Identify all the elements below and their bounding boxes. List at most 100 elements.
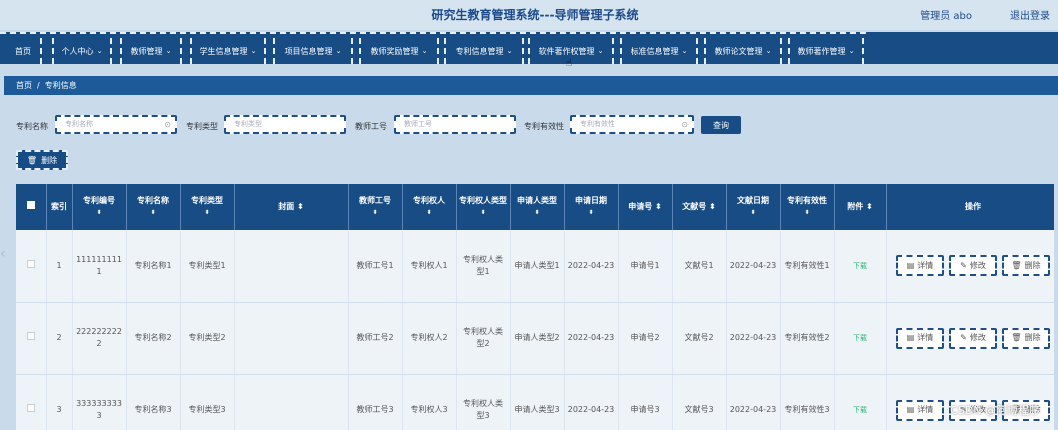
- nav-teacher-papers[interactable]: 教师论文管理 ⌄: [704, 38, 782, 64]
- cell-holder-type: 专利权人类型1: [456, 230, 511, 303]
- cell-validity: 专利有效性1: [780, 230, 835, 303]
- cell-holder-type: 专利权人类型3: [456, 374, 511, 430]
- col-header[interactable]: 文献日期 ⬍: [726, 184, 781, 230]
- nav-project-info[interactable]: 项目信息管理 ⌄: [273, 38, 353, 64]
- col-header[interactable]: 教师工号 ⬍: [348, 184, 403, 230]
- nav-teacher-management[interactable]: 教师管理 ⌄: [120, 38, 182, 64]
- edit-button[interactable]: ✎ 修改: [949, 255, 997, 277]
- bulk-delete-button[interactable]: 🗑 删除: [16, 150, 68, 170]
- patent-type-input[interactable]: 专利类型: [224, 115, 346, 134]
- sort-icon[interactable]: ⬍: [129, 207, 178, 219]
- cell-holder: 专利权人1: [402, 230, 457, 303]
- cell-teacher-no: 教师工号3: [348, 374, 403, 430]
- sort-icon[interactable]: ⬍: [513, 207, 562, 219]
- col-header[interactable]: 文献号 ⬍: [672, 184, 727, 230]
- col-header[interactable]: 附件 ⬍: [834, 184, 887, 230]
- cell-index: 1: [46, 230, 73, 303]
- clear-icon[interactable]: ⊙: [681, 117, 688, 132]
- delete-row-button[interactable]: 🗑 删除: [1002, 255, 1050, 277]
- validity-input[interactable]: 专利有效性 ⊙: [570, 115, 694, 134]
- breadcrumb-home[interactable]: 首页: [16, 80, 32, 91]
- sort-icon[interactable]: ⬍: [459, 207, 508, 219]
- nav-standard-info[interactable]: 标准信息管理 ⌄: [620, 38, 698, 64]
- pencil-icon: ✎: [960, 260, 967, 270]
- sort-icon[interactable]: ⬍: [655, 202, 662, 211]
- sort-icon[interactable]: ⬍: [729, 207, 778, 219]
- cell-doc-no: 文献号3: [672, 374, 727, 430]
- detail-button[interactable]: ▤ 详情: [896, 399, 944, 421]
- nav-student-info[interactable]: 学生信息管理 ⌄: [190, 38, 266, 64]
- sort-icon[interactable]: ⬍: [405, 207, 454, 219]
- trash-icon: 🗑: [1011, 260, 1022, 270]
- cell-applicant-type: 申请人类型1: [510, 230, 565, 303]
- cell-doc-date: 2022-04-23: [726, 374, 781, 430]
- chevron-down-icon: ⌄: [597, 47, 604, 55]
- download-link[interactable]: 下载: [834, 302, 887, 375]
- table-row: 2 2222222222 专利名称2 专利类型2 教师工号2 专利权人2 专利权…: [16, 302, 1054, 375]
- chevron-down-icon: ⌄: [250, 47, 257, 55]
- sort-icon[interactable]: ⬍: [567, 207, 616, 219]
- col-header[interactable]: 申请人类型 ⬍: [510, 184, 565, 230]
- detail-button[interactable]: ▤ 详情: [896, 255, 944, 277]
- cell-apply-date: 2022-04-23: [564, 230, 619, 303]
- table-header-row: 索引 专利编号 ⬍ 专利名称 ⬍ 专利类型 ⬍ 封面 ⬍ 教师工号 ⬍ 专利权人 ⬍ 专利…: [16, 184, 1054, 230]
- cell-actions: ▤ 详情 ✎ 修改 🗑 删除: [886, 302, 1054, 375]
- chevron-down-icon: ⌄: [96, 47, 103, 55]
- col-header[interactable]: 专利权人类型 ⬍: [456, 184, 511, 230]
- nav-patent-info[interactable]: 专利信息管理 ⌄: [444, 38, 524, 64]
- sort-icon[interactable]: ⬍: [183, 207, 232, 219]
- cell-apply-no: 申请号3: [618, 374, 673, 430]
- cell-apply-date: 2022-04-23: [564, 302, 619, 375]
- document-icon: ▤: [906, 333, 915, 342]
- teacher-no-input[interactable]: 教师工号: [394, 115, 516, 134]
- mouse-cursor-icon: ☝: [566, 58, 573, 69]
- cell-cover: [234, 374, 349, 430]
- col-header[interactable]: 专利权人 ⬍: [402, 184, 457, 230]
- sort-icon[interactable]: ⬍: [351, 207, 400, 219]
- sort-icon[interactable]: ⬍: [709, 202, 716, 211]
- nav-personal-center[interactable]: 个人中心 ⌄: [52, 38, 112, 64]
- row-checkbox[interactable]: [16, 302, 47, 375]
- select-all-checkbox[interactable]: [16, 184, 47, 230]
- delete-row-button[interactable]: 🗑 删除: [1002, 327, 1050, 349]
- col-header[interactable]: 专利名称 ⬍: [126, 184, 181, 230]
- logout-link[interactable]: 退出登录: [1010, 7, 1050, 22]
- patent-table: 索引 专利编号 ⬍ 专利名称 ⬍ 专利类型 ⬍ 封面 ⬍ 教师工号 ⬍ 专利权人 ⬍ 专利…: [16, 184, 1054, 430]
- row-checkbox[interactable]: [16, 230, 47, 303]
- nav-teacher-works[interactable]: 教师著作管理 ⌄: [788, 38, 864, 64]
- app-title: 研究生教育管理系统---导师管理子系统: [431, 8, 639, 22]
- detail-button[interactable]: ▤ 详情: [896, 327, 944, 349]
- col-header[interactable]: 申请日期 ⬍: [564, 184, 619, 230]
- cell-name: 专利名称2: [126, 302, 181, 375]
- sort-icon[interactable]: ⬍: [75, 207, 124, 219]
- patent-name-input[interactable]: 专利名称 ⊙: [55, 115, 177, 134]
- cell-index: 3: [46, 374, 73, 430]
- query-button[interactable]: 查询: [701, 116, 741, 134]
- nav-home[interactable]: 首页: [6, 38, 42, 64]
- cell-applicant-type: 申请人类型3: [510, 374, 565, 430]
- chevron-down-icon: ⌄: [848, 47, 855, 55]
- col-header[interactable]: 专利编号 ⬍: [72, 184, 127, 230]
- cell-doc-date: 2022-04-23: [726, 230, 781, 303]
- sort-icon[interactable]: ⬍: [866, 202, 873, 211]
- cell-actions: ▤ 详情 ✎ 修改 🗑 删除: [886, 230, 1054, 303]
- chevron-left-icon[interactable]: ‹: [0, 246, 6, 262]
- cell-name: 专利名称3: [126, 374, 181, 430]
- cell-name: 专利名称1: [126, 230, 181, 303]
- pencil-icon: ✎: [960, 333, 967, 342]
- col-header[interactable]: 申请号 ⬍: [618, 184, 673, 230]
- clear-icon[interactable]: ⊙: [164, 117, 171, 132]
- app-header: 研究生教育管理系统---导师管理子系统 管理员 abo 退出登录: [0, 0, 1058, 30]
- row-checkbox[interactable]: [16, 374, 47, 430]
- sort-icon[interactable]: ⬍: [783, 207, 832, 219]
- edit-button[interactable]: ✎ 修改: [949, 327, 997, 349]
- sort-icon[interactable]: ⬍: [297, 202, 304, 211]
- col-header[interactable]: 封面 ⬍: [234, 184, 349, 230]
- download-link[interactable]: 下载: [834, 374, 887, 430]
- document-icon: ▤: [906, 260, 915, 270]
- col-header[interactable]: 专利有效性 ⬍: [780, 184, 835, 230]
- download-link[interactable]: 下载: [834, 230, 887, 303]
- cell-validity: 专利有效性2: [780, 302, 835, 375]
- nav-teacher-awards[interactable]: 教师奖励管理 ⌄: [359, 38, 439, 64]
- col-header[interactable]: 专利类型 ⬍: [180, 184, 235, 230]
